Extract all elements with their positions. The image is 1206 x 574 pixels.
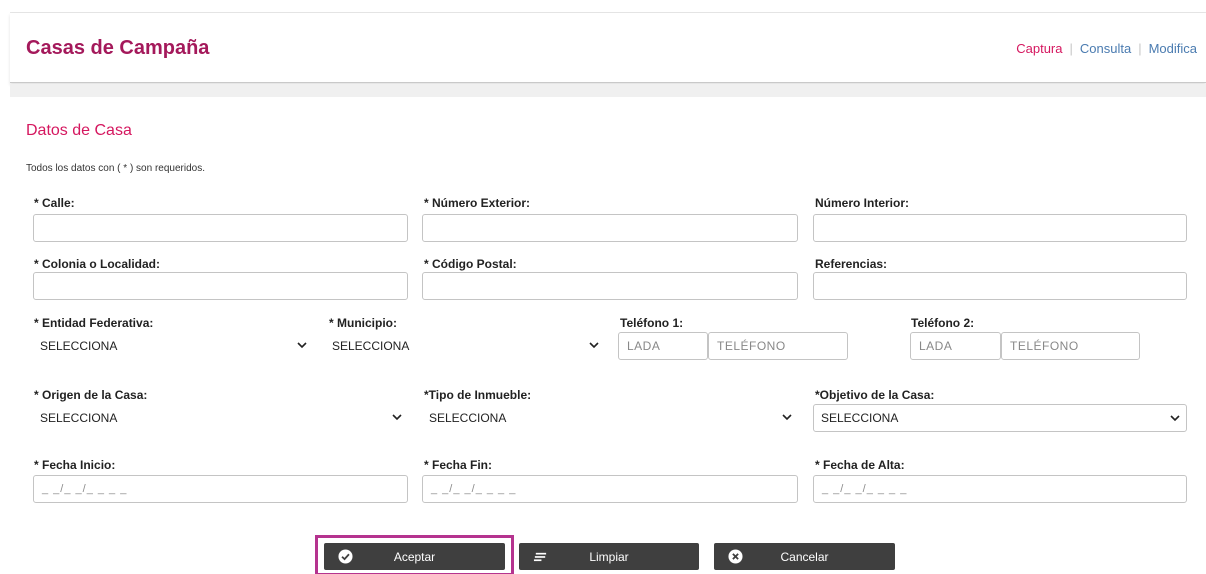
- objetivo-selected: SELECCIONA: [821, 411, 899, 425]
- tipo-inmueble-selected: SELECCIONA: [429, 411, 507, 425]
- section-title: Datos de Casa: [26, 122, 132, 139]
- telefono-placeholder: TELÉFONO: [1010, 339, 1079, 353]
- chevron-down-icon: [392, 414, 402, 421]
- numero-exterior-input[interactable]: [422, 214, 798, 242]
- date-mask: _ _/_ _/_ _ _ _: [42, 483, 128, 495]
- colonia-input[interactable]: [33, 272, 408, 300]
- entidad-label: * Entidad Federativa:: [34, 316, 154, 330]
- tipo-inmueble-label: *Tipo de Inmueble:: [424, 388, 532, 402]
- limpiar-button[interactable]: Limpiar: [519, 543, 699, 570]
- aceptar-label: Aceptar: [393, 549, 436, 564]
- date-mask: _ _/_ _/_ _ _ _: [431, 483, 517, 495]
- fecha-alta-input[interactable]: _ _/_ _/_ _ _ _: [813, 475, 1187, 503]
- cancelar-label: Cancelar: [780, 549, 829, 564]
- codigo-postal-label: * Código Postal:: [424, 257, 517, 271]
- limpiar-label: Limpiar: [589, 549, 629, 564]
- chevron-down-icon: [589, 342, 599, 349]
- nav-captura-link[interactable]: Captura: [1016, 41, 1062, 56]
- app-title: Casas de Campaña: [26, 37, 210, 59]
- tipo-inmueble-select[interactable]: SELECCIONA: [422, 405, 798, 431]
- objetivo-select[interactable]: SELECCIONA: [813, 404, 1187, 432]
- top-nav: Captura | Consulta | Modifica: [1016, 41, 1197, 56]
- telefono-placeholder: TELÉFONO: [717, 339, 786, 353]
- fecha-inicio-input[interactable]: _ _/_ _/_ _ _ _: [33, 475, 408, 503]
- fecha-fin-input[interactable]: _ _/_ _/_ _ _ _: [422, 475, 798, 503]
- numero-interior-input[interactable]: [813, 214, 1187, 242]
- numero-interior-label: Número Interior:: [815, 196, 910, 210]
- municipio-select[interactable]: SELECCIONA: [325, 333, 605, 359]
- nav-modifica-link[interactable]: Modifica: [1149, 41, 1197, 56]
- entidad-selected: SELECCIONA: [40, 339, 118, 353]
- codigo-postal-input[interactable]: [422, 272, 798, 300]
- chevron-down-icon: [782, 414, 792, 421]
- numero-exterior-label: * Número Exterior:: [424, 196, 531, 210]
- telefono2-label: Teléfono 2:: [911, 316, 975, 330]
- aceptar-button[interactable]: Aceptar: [324, 543, 505, 570]
- referencias-label: Referencias:: [815, 257, 888, 271]
- fecha-inicio-label: * Fecha Inicio:: [34, 458, 116, 472]
- municipio-label: * Municipio:: [329, 316, 397, 330]
- calle-input[interactable]: [33, 214, 408, 242]
- required-note: Todos los datos con ( * ) son requeridos…: [26, 163, 205, 174]
- origen-select[interactable]: SELECCIONA: [33, 405, 408, 431]
- telefono2-numero-input[interactable]: TELÉFONO: [1001, 332, 1140, 360]
- municipio-selected: SELECCIONA: [332, 339, 410, 353]
- telefono2-lada-input[interactable]: LADA: [910, 332, 1001, 360]
- telefono1-lada-input[interactable]: LADA: [618, 332, 708, 360]
- telefono1-numero-input[interactable]: TELÉFONO: [708, 332, 848, 360]
- origen-label: * Origen de la Casa:: [34, 388, 148, 402]
- telefono1-label: Teléfono 1:: [620, 316, 684, 330]
- entidad-select[interactable]: SELECCIONA: [33, 333, 313, 359]
- fecha-alta-label: * Fecha de Alta:: [815, 458, 905, 472]
- app-header: Casas de Campaña Captura | Consulta | Modifi…: [10, 13, 1206, 83]
- nav-separator: |: [1069, 41, 1073, 56]
- lada-placeholder: LADA: [919, 339, 953, 353]
- nav-consulta-link[interactable]: Consulta: [1080, 41, 1131, 56]
- colonia-label: * Colonia o Localidad:: [34, 257, 161, 271]
- calle-label: * Calle:: [34, 196, 75, 210]
- referencias-input[interactable]: [813, 272, 1187, 300]
- date-mask: _ _/_ _/_ _ _ _: [822, 483, 908, 495]
- cancelar-button[interactable]: Cancelar: [714, 543, 895, 570]
- chevron-down-icon: [1170, 415, 1180, 422]
- header-band: [10, 84, 1206, 97]
- objetivo-label: *Objetivo de la Casa:: [815, 388, 935, 402]
- fecha-fin-label: * Fecha Fin:: [424, 458, 493, 472]
- origen-selected: SELECCIONA: [40, 411, 118, 425]
- chevron-down-icon: [297, 342, 307, 349]
- lada-placeholder: LADA: [627, 339, 661, 353]
- nav-separator: |: [1138, 41, 1142, 56]
